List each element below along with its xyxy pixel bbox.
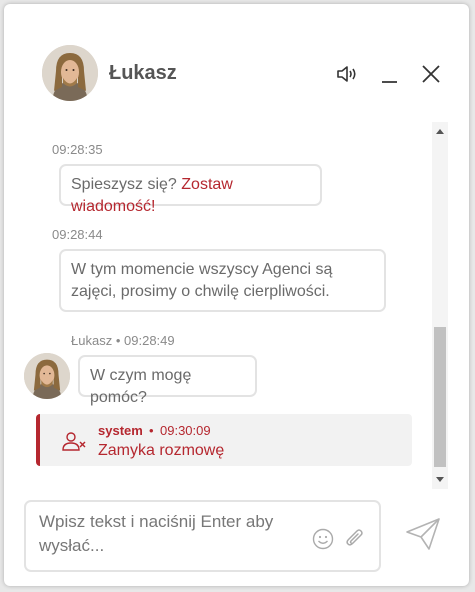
system-author: system	[98, 423, 143, 438]
chat-header: Łukasz	[4, 4, 469, 119]
agent-message-avatar	[24, 353, 70, 399]
message-bubble: W czym mogę pomóc?	[78, 355, 257, 406]
agent-name: Łukasz	[109, 62, 177, 84]
system-time: 09:30:09	[160, 423, 211, 438]
message-author: Łukasz	[71, 333, 113, 348]
chat-widget: Łukasz 09:28:35 Spieszysz się? Zostaw wi…	[4, 4, 469, 586]
scroll-down-icon[interactable]	[436, 477, 444, 482]
message-meta: Łukasz • 09:28:49	[71, 333, 175, 348]
message-input[interactable]	[39, 510, 304, 560]
paper-plane-icon[interactable]	[404, 515, 442, 553]
message-time: 09:28:35	[52, 142, 103, 157]
paperclip-icon[interactable]	[344, 527, 366, 551]
scrollbar-thumb[interactable]	[434, 327, 446, 467]
message-text: Spieszysz się?	[71, 176, 182, 193]
message-list[interactable]: 09:28:35 Spieszysz się? Zostaw wiadomość…	[4, 119, 469, 491]
message-time: 09:28:49	[124, 333, 175, 348]
emoji-icon[interactable]	[312, 528, 334, 550]
meta-separator: •	[149, 423, 154, 438]
message-input-box	[24, 500, 381, 572]
system-message: system • 09:30:09 Zamyka rozmowę	[36, 414, 412, 466]
message-bubble: W tym momencie wszyscy Agenci są zajęci,…	[59, 249, 386, 312]
message-time: 09:28:44	[52, 227, 103, 242]
message-text: W czym mogę pomóc?	[90, 367, 192, 406]
meta-separator: •	[115, 333, 121, 348]
agent-photo	[24, 353, 70, 399]
system-text: Zamyka rozmowę	[98, 442, 225, 459]
message-bubble: Spieszysz się? Zostaw wiadomość!	[59, 164, 322, 215]
agent-avatar	[42, 45, 98, 101]
speaker-icon[interactable]	[335, 62, 359, 86]
message-text: W tym momencie wszyscy Agenci są zajęci,…	[71, 261, 333, 300]
minimize-icon[interactable]	[378, 62, 402, 86]
agent-photo	[42, 45, 98, 101]
message-scrollbar[interactable]	[432, 122, 448, 489]
composer	[4, 491, 469, 586]
user-removed-icon	[62, 431, 86, 451]
scroll-up-icon[interactable]	[436, 129, 444, 134]
close-icon[interactable]	[419, 62, 443, 86]
